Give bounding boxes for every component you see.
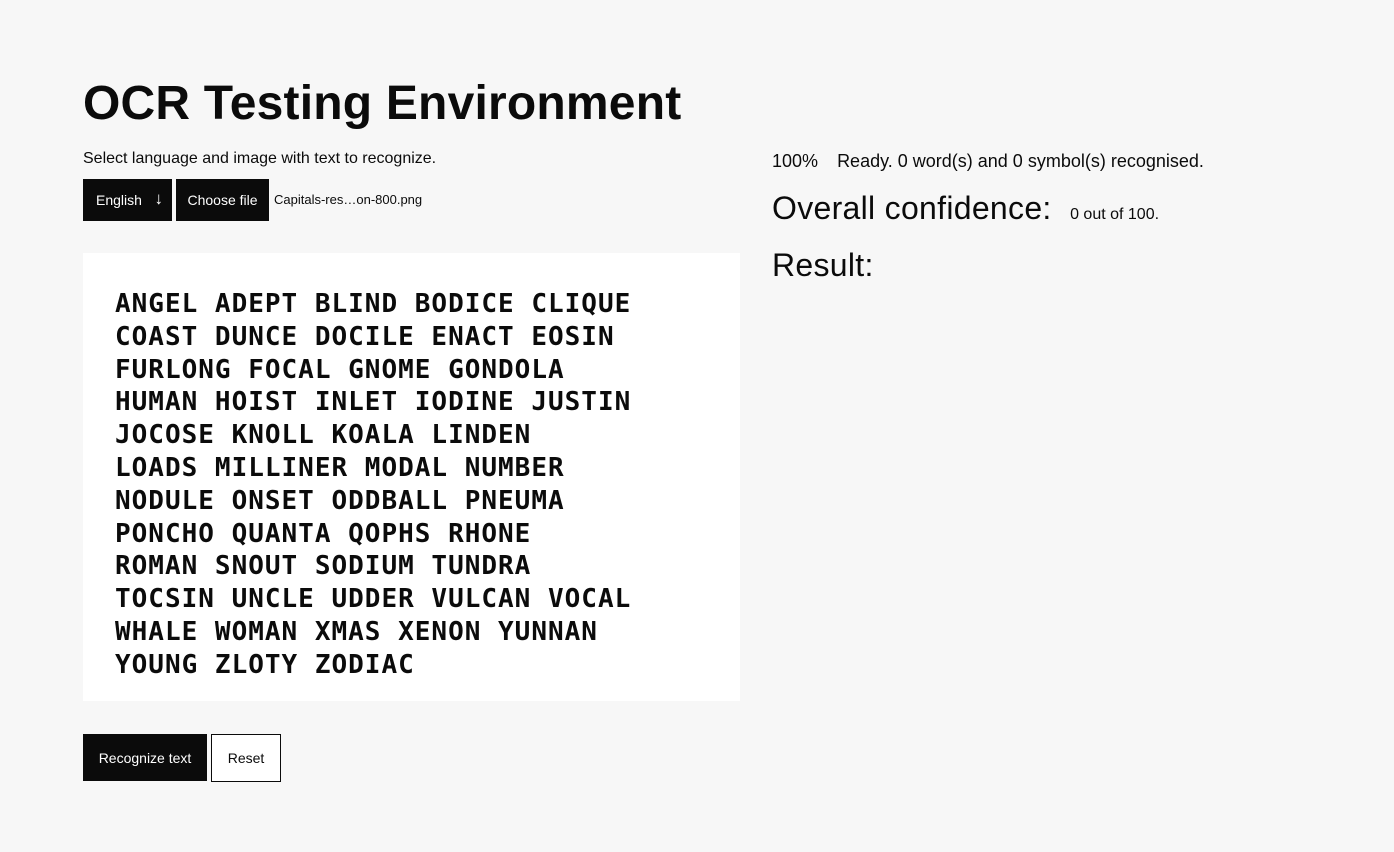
preview-line: Roman Snout Sodium Tundra <box>115 551 532 582</box>
preview-line: Jocose Knoll Koala Linden <box>115 420 532 451</box>
preview-line: Angel Adept Blind Bodice Clique <box>115 289 632 319</box>
instructions-text: Select language and image with text to r… <box>83 150 437 167</box>
preview-line: Young Zloty Zodiac <box>115 649 415 680</box>
confidence-label: Overall confidence: <box>772 190 1052 226</box>
preview-image-text: Angel Adept Blind Bodice Clique Coast Du… <box>115 288 631 682</box>
choose-file-button[interactable]: Choose file <box>176 179 269 221</box>
confidence-row: Overall confidence: 0 out of 100. <box>772 188 1159 228</box>
preview-line: Nodule Onset Oddball Pneuma <box>115 485 565 516</box>
confidence-value: 0 out of 100. <box>1070 206 1160 223</box>
ocr-page: OCR Testing Environment Select language … <box>0 0 1394 852</box>
recognize-text-button[interactable]: Recognize text <box>83 734 207 781</box>
status-message: Ready. 0 word(s) and 0 symbol(s) recogni… <box>837 151 1204 171</box>
reset-button[interactable]: Reset <box>211 734 281 782</box>
preview-line: Whale Woman Xmas Xenon Yunnan <box>115 616 598 647</box>
preview-line: Tocsin Uncle Udder Vulcan Vocal <box>115 584 632 615</box>
preview-line: Loads Milliner Modal Number <box>115 452 565 483</box>
page-title: OCR Testing Environment <box>83 77 682 130</box>
preview-line: Coast Dunce Docile Enact Eosin <box>115 321 615 352</box>
language-select[interactable]: English ↓ <box>83 179 172 221</box>
result-label: Result: <box>772 247 874 283</box>
image-preview: Angel Adept Blind Bodice Clique Coast Du… <box>83 253 740 701</box>
preview-line: Poncho Quanta Qophs Rhone <box>115 518 532 549</box>
arrow-down-icon: ↓ <box>154 189 164 208</box>
progress-percent: 100% <box>772 151 819 171</box>
status-row: 100% Ready. 0 word(s) and 0 symbol(s) re… <box>772 149 1204 173</box>
preview-line: Furlong Focal Gnome Gondola <box>115 354 565 385</box>
preview-line: Human Hoist Inlet Iodine Justin <box>115 387 632 418</box>
selected-file-name: Capitals-res…on-800.png <box>274 192 423 207</box>
language-select-value: English <box>96 192 142 208</box>
